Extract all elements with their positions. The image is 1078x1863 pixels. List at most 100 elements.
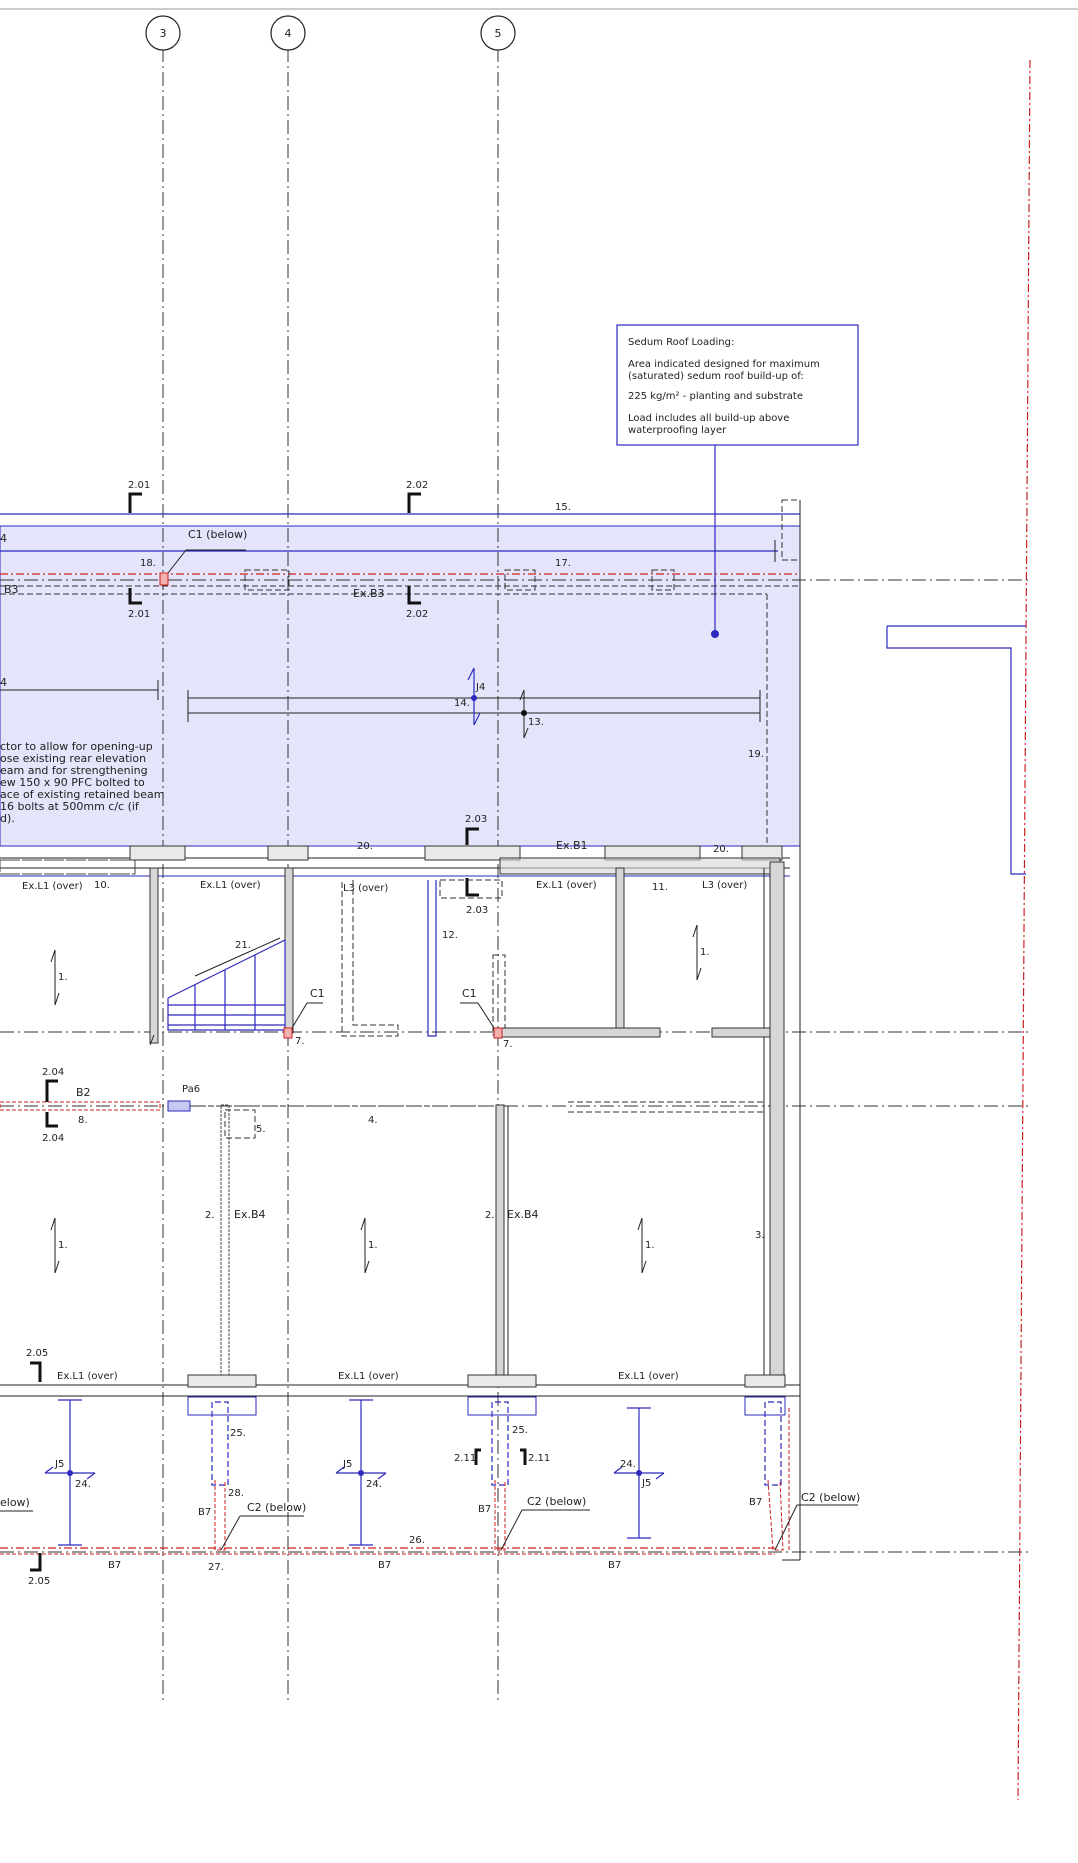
svg-text:Ex.B4: Ex.B4 <box>234 1208 266 1221</box>
padstone-pa6: Pa6 <box>167 1084 200 1112</box>
svg-text:2.05: 2.05 <box>26 1348 48 1359</box>
svg-text:2.01: 2.01 <box>128 609 150 620</box>
svg-text:Load includes all build-up abo: Load includes all build-up above <box>628 413 789 424</box>
svg-text:Sedum Roof Loading:: Sedum Roof Loading: <box>628 337 734 348</box>
span-arrow-1-b: 1. <box>692 924 710 981</box>
svg-text:10.: 10. <box>94 880 110 891</box>
svg-text:L3 (over): L3 (over) <box>702 880 747 891</box>
beam-15: 15. <box>0 502 800 515</box>
svg-text:17.: 17. <box>555 558 571 569</box>
svg-text:2.03: 2.03 <box>465 814 487 825</box>
svg-text:21.: 21. <box>235 940 251 951</box>
column-c2-below-b: C2 (below) <box>500 1495 590 1551</box>
svg-text:27.: 27. <box>208 1562 224 1573</box>
column-c2-below-c: C2 (below) <box>774 1491 860 1551</box>
svg-text:Ex.L1 (over): Ex.L1 (over) <box>618 1371 679 1382</box>
svg-text:5: 5 <box>495 27 502 40</box>
column-c2-below-a: C2 (below) <box>220 1501 306 1551</box>
section-mark-2-05-top: 2.05 <box>26 1348 48 1382</box>
svg-text:2.: 2. <box>485 1210 495 1221</box>
svg-text:4: 4 <box>285 27 292 40</box>
svg-text:4: 4 <box>0 532 7 545</box>
span-arrow-1-d: 1. <box>360 1217 378 1274</box>
svg-text:2.04: 2.04 <box>42 1067 64 1078</box>
svg-text:1.: 1. <box>645 1240 655 1251</box>
svg-text:B7: B7 <box>378 1560 391 1571</box>
svg-text:15.: 15. <box>555 502 571 513</box>
svg-text:2.04: 2.04 <box>42 1133 64 1144</box>
svg-text:J5: J5 <box>54 1459 64 1470</box>
svg-text:Ex.L1 (over): Ex.L1 (over) <box>338 1371 399 1382</box>
svg-text:25.: 25. <box>512 1425 528 1436</box>
svg-text:25.: 25. <box>230 1428 246 1439</box>
svg-text:225 kg/m² - planting and subst: 225 kg/m² - planting and substrate <box>628 391 803 402</box>
svg-text:Ex.B4: Ex.B4 <box>507 1208 539 1221</box>
adjacent-structure-outline <box>886 625 1026 875</box>
right-perimeter-wall <box>769 861 785 1385</box>
svg-text:2.11: 2.11 <box>454 1453 476 1464</box>
svg-text:Ex.B3: Ex.B3 <box>353 587 385 600</box>
span-arrow-1-a: 1. <box>50 949 68 1006</box>
svg-text:waterproofing layer: waterproofing layer <box>628 425 727 436</box>
svg-text:B2: B2 <box>76 1086 91 1099</box>
post-right-end: B7 <box>749 1401 790 1551</box>
svg-text:C1 (below): C1 (below) <box>188 528 247 541</box>
svg-text:28.: 28. <box>228 1488 244 1499</box>
span-arrow-1-c: 1. <box>50 1217 68 1274</box>
svg-text:B7: B7 <box>108 1560 121 1571</box>
svg-text:C1: C1 <box>462 987 477 1000</box>
svg-text:B7: B7 <box>198 1507 211 1518</box>
svg-text:Pa6: Pa6 <box>182 1084 200 1095</box>
svg-text:7.: 7. <box>503 1039 513 1050</box>
svg-text:4: 4 <box>0 676 7 689</box>
svg-text:J5: J5 <box>641 1478 651 1489</box>
svg-text:24.: 24. <box>366 1479 382 1490</box>
site-boundary-line <box>1017 59 1031 1801</box>
grid-bubble-3: 3 <box>145 15 181 51</box>
svg-text:18.: 18. <box>140 558 156 569</box>
svg-text:(saturated) sedum roof build-u: (saturated) sedum roof build-up of: <box>628 371 804 382</box>
svg-text:2.02: 2.02 <box>406 609 428 620</box>
svg-text:8.: 8. <box>78 1115 88 1126</box>
svg-text:B7: B7 <box>608 1560 621 1571</box>
svg-text:24.: 24. <box>75 1479 91 1490</box>
span-arrow-1-e: 1. <box>637 1217 655 1274</box>
joist-j5-c: 24. J5 <box>613 1407 665 1539</box>
svg-text:12.: 12. <box>442 930 458 941</box>
svg-text:20.: 20. <box>357 841 373 852</box>
svg-text:4.: 4. <box>368 1115 378 1126</box>
svg-text:7.: 7. <box>295 1036 305 1047</box>
staircase: 21. <box>167 937 286 1031</box>
svg-text:B7: B7 <box>749 1497 762 1508</box>
svg-text:13.: 13. <box>528 717 544 728</box>
section-mark-2-11: 2.11 2.11 <box>454 1448 550 1465</box>
svg-text:19.: 19. <box>748 749 764 760</box>
svg-text:3.: 3. <box>755 1230 765 1241</box>
svg-text:Ex.L1 (over): Ex.L1 (over) <box>536 880 597 891</box>
svg-text:C1: C1 <box>310 987 325 1000</box>
svg-text:2.11: 2.11 <box>528 1453 550 1464</box>
svg-text:Ex.L1 (over): Ex.L1 (over) <box>57 1371 118 1382</box>
svg-text:Ex.L1 (over): Ex.L1 (over) <box>22 881 83 892</box>
svg-text:11.: 11. <box>652 882 668 893</box>
svg-text:C2 (below): C2 (below) <box>247 1501 306 1514</box>
svg-text:20.: 20. <box>713 844 729 855</box>
svg-text:26.: 26. <box>409 1535 425 1546</box>
svg-text:1.: 1. <box>58 1240 68 1251</box>
svg-text:d).: d). <box>0 812 15 825</box>
svg-text:2.05: 2.05 <box>28 1576 50 1587</box>
svg-text:L3 (over): L3 (over) <box>343 883 388 894</box>
grid-bubble-5: 5 <box>480 15 516 51</box>
section-mark-2-03-bottom: 2.03 <box>465 878 488 916</box>
svg-text:24.: 24. <box>620 1459 636 1470</box>
svg-text:16 bolts at 500mm c/c (if: 16 bolts at 500mm c/c (if <box>0 800 140 813</box>
post-25-right: 25. B7 <box>478 1401 528 1551</box>
svg-text:1.: 1. <box>58 972 68 983</box>
svg-text:Area indicated designed for ma: Area indicated designed for maximum <box>628 359 820 370</box>
section-mark-2-02-top: 2.02 <box>406 480 428 513</box>
svg-text:Ex.B1: Ex.B1 <box>556 839 588 852</box>
svg-text:1.: 1. <box>368 1240 378 1251</box>
svg-text:2.02: 2.02 <box>406 480 428 491</box>
structural-floor-plan: 3 4 5 Sedum Roof Loading: Area indicated… <box>0 8 1078 1801</box>
svg-text:2.03: 2.03 <box>466 905 488 916</box>
